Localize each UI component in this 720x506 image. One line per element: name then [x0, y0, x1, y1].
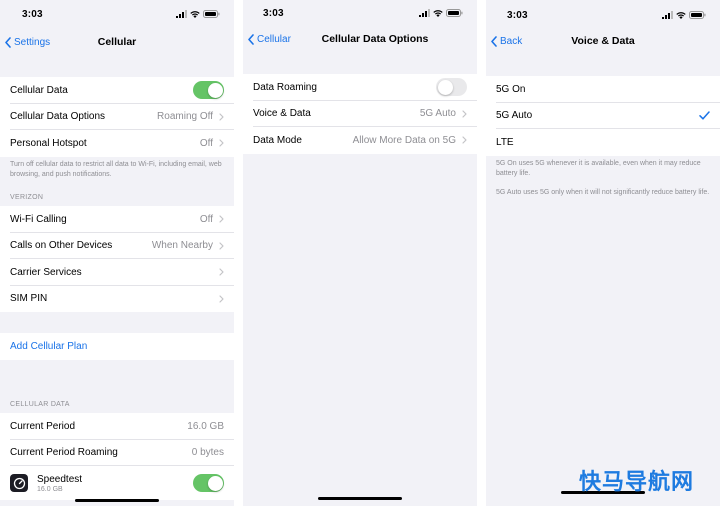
cellular-data-options-screen: 3:03 Cellular Cellular Data Options Data… — [243, 0, 477, 506]
data-mode-row[interactable]: Data Mode Allow More Data on 5G — [243, 127, 477, 154]
status-bar: 3:03 — [486, 0, 720, 28]
status-bar: 3:03 — [243, 0, 477, 28]
voice-and-data-row[interactable]: Voice & Data 5G Auto — [243, 100, 477, 127]
wifi-calling-row[interactable]: Wi-Fi Calling Off — [0, 206, 234, 233]
nav-bar: Cellular Cellular Data Options — [243, 26, 477, 52]
row-value: Off — [199, 137, 213, 149]
option-lte[interactable]: LTE — [486, 129, 720, 156]
signal-icon — [176, 10, 187, 18]
chevron-right-icon — [219, 295, 224, 303]
row-label: Voice & Data — [253, 108, 311, 120]
cellular-data-options-row[interactable]: Cellular Data Options Roaming Off — [0, 103, 234, 130]
speedtest-data-toggle[interactable] — [193, 474, 224, 492]
signal-icon — [419, 9, 430, 17]
chevron-right-icon — [462, 136, 467, 144]
row-value: When Nearby — [151, 240, 213, 252]
note-5g-auto: 5G Auto uses 5G only when it will not si… — [496, 189, 710, 196]
chevron-right-icon — [219, 268, 224, 276]
add-cellular-plan-button[interactable]: Add Cellular Plan — [0, 333, 234, 360]
carrier-services-row[interactable]: Carrier Services — [0, 259, 234, 286]
status-time: 3:03 — [263, 8, 284, 19]
battery-icon — [689, 11, 706, 19]
row-value: Allow More Data on 5G — [352, 134, 456, 146]
option-label: LTE — [496, 136, 514, 148]
row-label: Wi-Fi Calling — [10, 213, 67, 225]
app-usage: 16.0 GB — [37, 485, 63, 493]
option-5g-on[interactable]: 5G On — [486, 76, 720, 103]
chevron-right-icon — [219, 242, 224, 250]
cellular-screen: 3:03 Settings Cellular Cellular Data Cel… — [0, 0, 234, 506]
app-name: Speedtest — [37, 473, 83, 485]
page-title: Voice & Data — [571, 35, 635, 47]
row-value: 5G Auto — [419, 108, 456, 120]
row-label: Current Period — [10, 420, 76, 432]
status-time: 3:03 — [22, 9, 43, 20]
calls-on-other-devices-row[interactable]: Calls on Other Devices When Nearby — [0, 232, 234, 259]
chevron-right-icon — [219, 215, 224, 223]
app-row-speedtest[interactable]: Speedtest 16.0 GB — [0, 466, 234, 500]
personal-hotspot-row[interactable]: Personal Hotspot Off — [0, 130, 234, 157]
option-label: 5G On — [496, 83, 526, 95]
signal-icon — [662, 11, 673, 19]
current-period-row: Current Period 16.0 GB — [0, 413, 234, 440]
sim-pin-row[interactable]: SIM PIN — [0, 285, 234, 312]
cellular-data-row[interactable]: Cellular Data — [0, 77, 234, 104]
row-label: Carrier Services — [10, 266, 82, 278]
row-label: SIM PIN — [10, 293, 48, 305]
home-indicator — [318, 497, 402, 500]
nav-bar: Settings Cellular — [0, 29, 234, 55]
status-time: 3:03 — [507, 10, 528, 21]
battery-icon — [203, 10, 220, 18]
row-label: Data Mode — [253, 134, 302, 146]
status-bar: 3:03 — [0, 0, 234, 28]
chevron-right-icon — [462, 110, 467, 118]
option-label: 5G Auto — [496, 110, 533, 122]
row-label: Cellular Data — [10, 84, 68, 96]
row-label: Calls on Other Devices — [10, 240, 113, 252]
speedometer-icon — [10, 474, 28, 492]
page-title: Cellular Data Options — [321, 33, 429, 45]
section-header-cellular-data: CELLULAR DATA — [10, 401, 70, 408]
wifi-icon — [190, 11, 200, 18]
page-title: Cellular — [97, 36, 137, 48]
chevron-right-icon — [219, 113, 224, 121]
add-plan-label: Add Cellular Plan — [10, 340, 88, 352]
row-value: Off — [199, 213, 213, 225]
data-roaming-row[interactable]: Data Roaming — [243, 74, 477, 101]
cellular-data-toggle[interactable] — [193, 81, 224, 100]
wifi-icon — [433, 10, 443, 17]
voice-and-data-screen: 3:03 Back Voice & Data 5G On 5G Auto LTE… — [486, 0, 720, 506]
cellular-data-footnote: Turn off cellular data to restrict all d… — [10, 161, 222, 178]
row-label: Cellular Data Options — [10, 111, 106, 123]
note-5g-on: 5G On uses 5G whenever it is available, … — [496, 160, 701, 177]
section-header-carrier: VERIZON — [10, 194, 44, 201]
current-period-roaming-row: Current Period Roaming 0 bytes — [0, 439, 234, 466]
watermark-logo: 快马导航网 — [578, 470, 694, 495]
option-5g-auto[interactable]: 5G Auto — [486, 102, 720, 129]
chevron-right-icon — [219, 139, 224, 147]
nav-bar: Back Voice & Data — [486, 28, 720, 54]
wifi-icon — [676, 12, 686, 19]
row-label: Current Period Roaming — [10, 447, 118, 459]
row-label: Personal Hotspot — [10, 137, 87, 149]
row-value: 0 bytes — [191, 447, 224, 459]
battery-icon — [446, 9, 463, 17]
row-label: Data Roaming — [253, 81, 317, 93]
row-value: 16.0 GB — [187, 420, 224, 432]
checkmark-icon — [699, 111, 710, 120]
data-roaming-toggle[interactable] — [436, 78, 467, 97]
row-value: Roaming Off — [157, 111, 213, 123]
home-indicator — [75, 499, 159, 502]
